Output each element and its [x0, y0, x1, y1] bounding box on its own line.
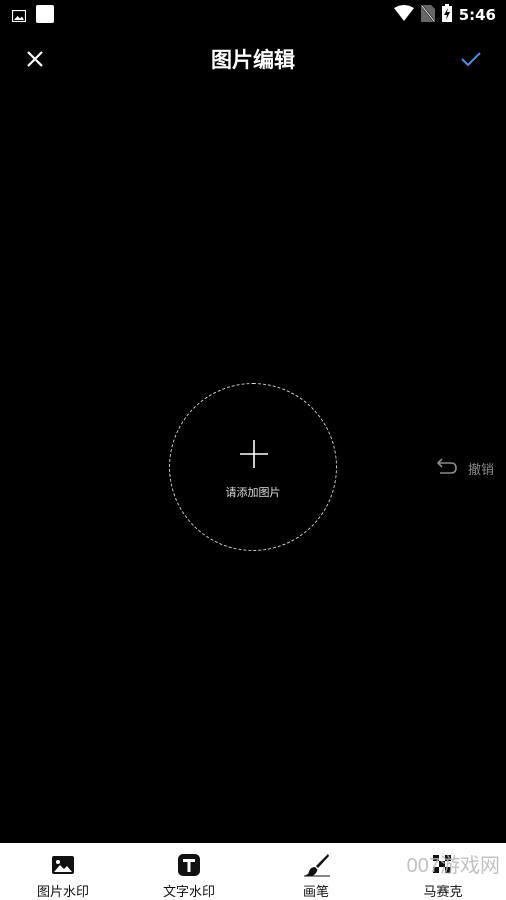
- tool-brush[interactable]: 画笔: [266, 843, 366, 900]
- page-title: 图片编辑: [211, 48, 295, 72]
- tool-image-watermark[interactable]: 图片水印: [13, 843, 113, 900]
- brush-icon: [304, 853, 330, 877]
- site-watermark: 007游戏网: [406, 855, 500, 877]
- tool-label: 画笔: [302, 885, 329, 900]
- battery-charging-icon: [441, 4, 452, 26]
- image-icon: [51, 853, 75, 877]
- undo-icon: [436, 457, 458, 479]
- plus-icon: [240, 440, 268, 468]
- tool-text-watermark[interactable]: 文字水印: [139, 843, 239, 900]
- add-image-label: 请添加图片: [225, 486, 281, 499]
- confirm-button[interactable]: [458, 46, 484, 72]
- title-bar: 图片编辑: [0, 30, 506, 90]
- tool-label: 图片水印: [36, 885, 89, 900]
- status-time: 5:46: [458, 6, 496, 24]
- text-t-icon: [177, 853, 201, 877]
- editing-canvas: 请添加图片 撤销: [0, 90, 506, 843]
- tool-label: 文字水印: [162, 885, 215, 900]
- status-bar: 5:46: [0, 0, 506, 30]
- add-image-button[interactable]: 请添加图片: [169, 383, 337, 551]
- wifi-icon: [393, 5, 414, 25]
- system-status-icons: 5:46: [393, 4, 496, 26]
- notification-icons: [11, 5, 54, 27]
- check-icon: [458, 52, 484, 76]
- no-sim-icon: [420, 4, 435, 26]
- undo-label: 撤销: [467, 462, 494, 478]
- app-notification-icon: [36, 5, 54, 27]
- undo-button[interactable]: 撤销: [436, 457, 494, 479]
- tool-label: 马赛克: [423, 885, 463, 900]
- gallery-notification-icon: [11, 7, 27, 26]
